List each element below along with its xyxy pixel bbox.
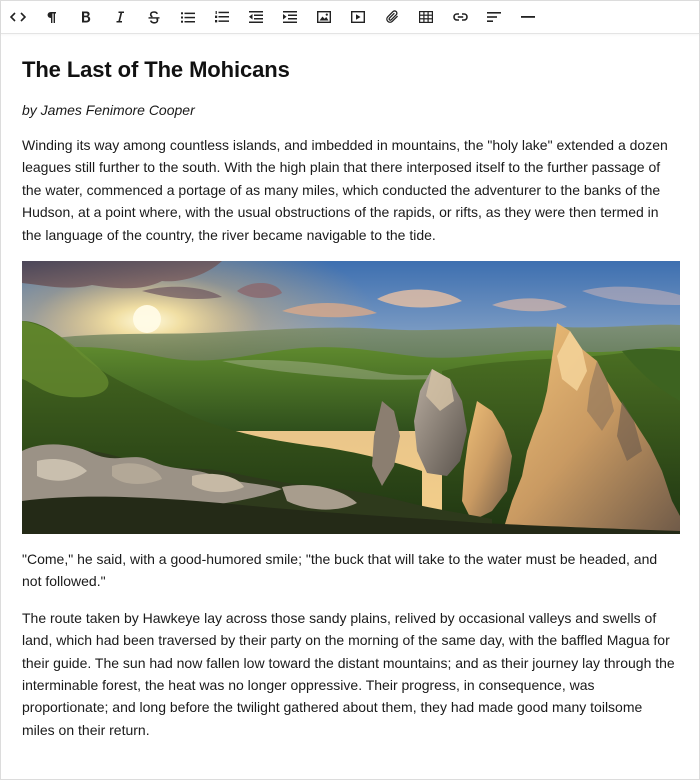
outdent-button[interactable] <box>239 1 273 33</box>
numbered-list-button[interactable] <box>205 1 239 33</box>
video-icon <box>351 11 365 23</box>
attachment-icon <box>385 10 398 23</box>
document-title: The Last of The Mohicans <box>22 57 290 82</box>
attachment-button[interactable] <box>375 1 409 33</box>
italic-icon <box>116 11 124 23</box>
strikethrough-button[interactable] <box>137 1 171 33</box>
document-byline: by James Fenimore Cooper <box>22 102 195 118</box>
paragraph-icon <box>47 11 56 23</box>
bold-button[interactable] <box>69 1 103 33</box>
outdent-icon <box>249 11 263 23</box>
insert-link-button[interactable] <box>443 1 477 33</box>
horizontal-rule-button[interactable] <box>511 1 545 33</box>
bold-icon <box>82 11 91 23</box>
paragraph-1: Winding its way among countless islands,… <box>22 137 668 243</box>
source-code-icon <box>10 12 26 22</box>
strikethrough-icon <box>148 10 160 24</box>
horizontal-rule-icon <box>521 16 535 18</box>
link-icon <box>452 13 468 21</box>
bullet-list-icon <box>181 11 195 23</box>
italic-button[interactable] <box>103 1 137 33</box>
paragraph-3: The route taken by Hawkeye lay across th… <box>22 609 675 738</box>
bullet-list-button[interactable] <box>171 1 205 33</box>
rich-text-editor: The Last of The Mohicans by James Fenimo… <box>0 0 700 780</box>
editor-toolbar <box>1 1 699 34</box>
insert-image-button[interactable] <box>307 1 341 33</box>
editor-content[interactable]: The Last of The Mohicans by James Fenimo… <box>1 34 699 741</box>
source-code-button[interactable] <box>1 1 35 33</box>
paragraph-2: "Come," he said, with a good-humored smi… <box>22 551 658 590</box>
insert-table-button[interactable] <box>409 1 443 33</box>
indent-icon <box>283 11 297 23</box>
numbered-list-icon <box>215 11 229 23</box>
mountain-landscape-illustration <box>22 261 680 535</box>
image-icon <box>317 11 331 23</box>
table-icon <box>419 11 433 23</box>
indent-button[interactable] <box>273 1 307 33</box>
mountain-landscape-image[interactable] <box>22 261 680 535</box>
align-button[interactable] <box>477 1 511 33</box>
paragraph-button[interactable] <box>35 1 69 33</box>
insert-video-button[interactable] <box>341 1 375 33</box>
align-icon <box>487 12 501 22</box>
